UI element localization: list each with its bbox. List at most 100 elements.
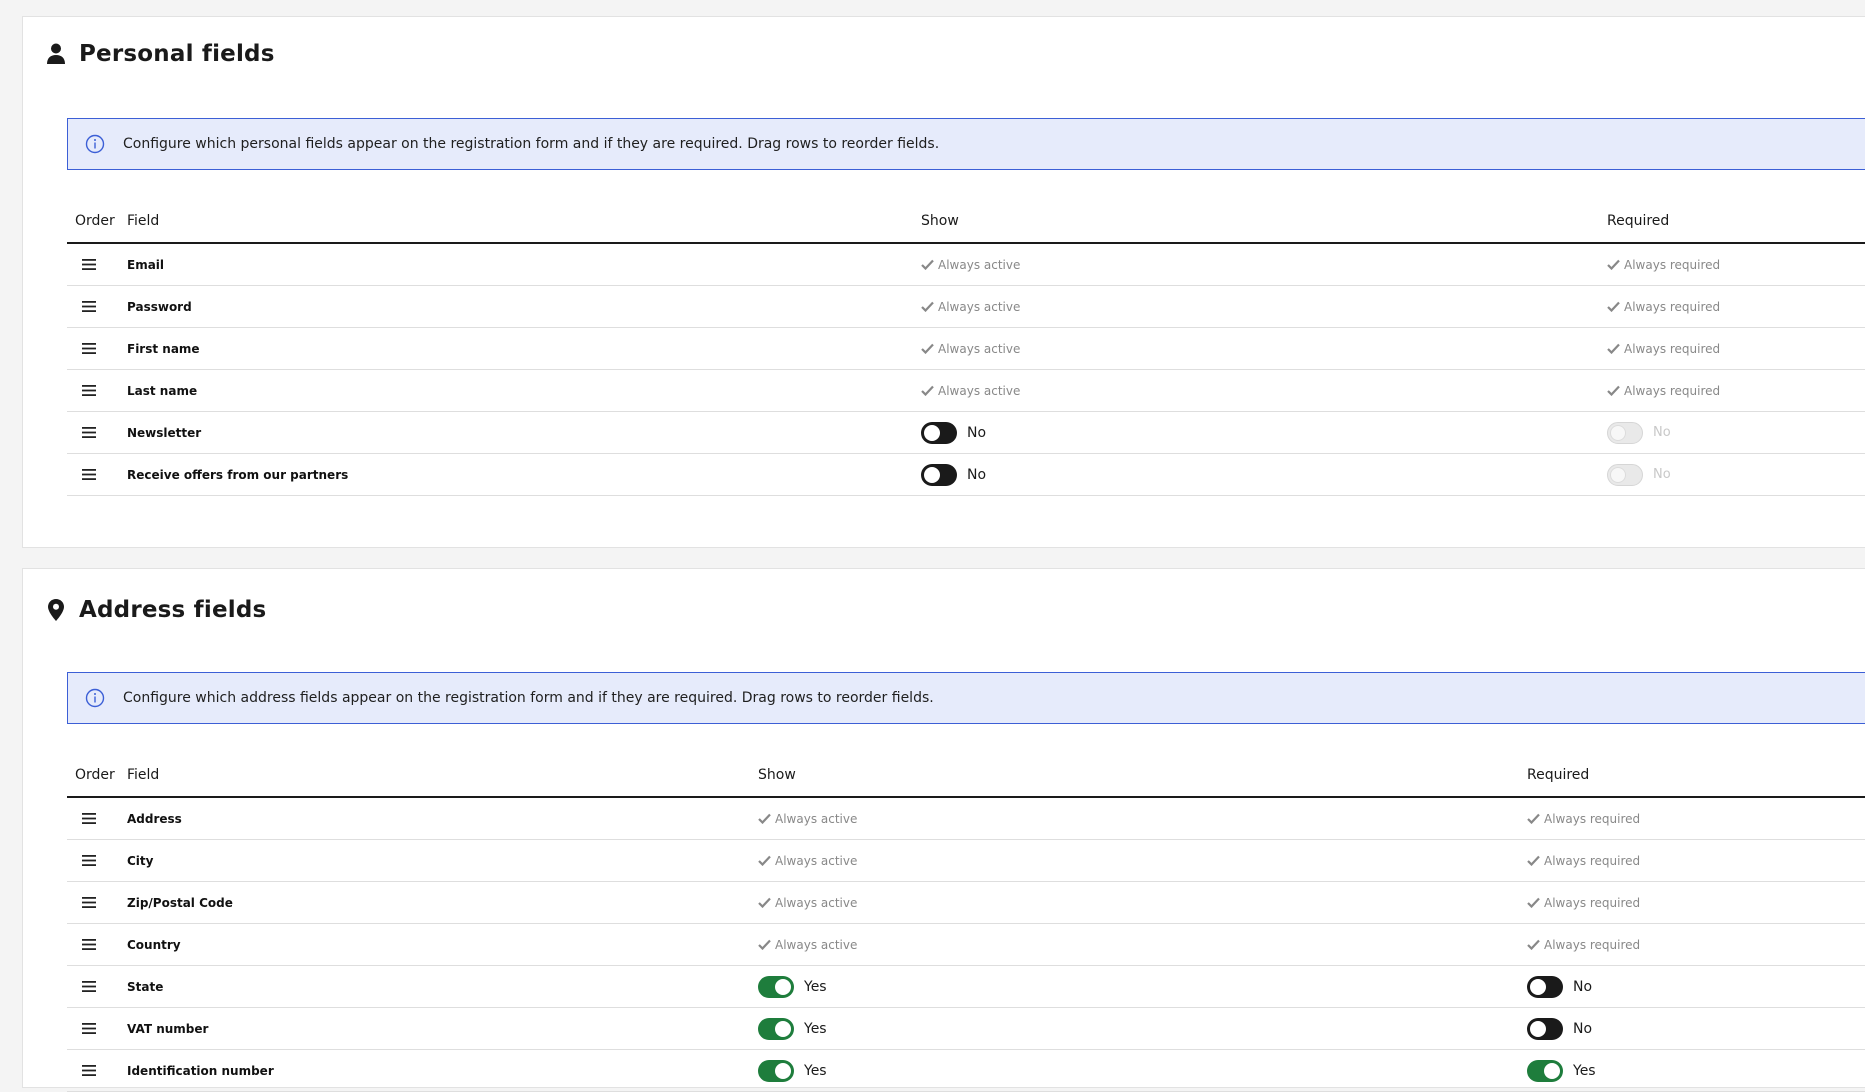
always-required: Always required	[1527, 854, 1640, 868]
drag-handle-icon[interactable]	[75, 809, 103, 829]
always-active-text: Always active	[775, 853, 858, 868]
show-toggle[interactable]: Yes	[758, 975, 827, 998]
toggle-label: No	[967, 424, 987, 441]
always-active-text: Always active	[775, 811, 858, 826]
show-cell: Always active	[758, 882, 857, 923]
table-row[interactable]: State Yes No	[67, 966, 1865, 1008]
always-required-text: Always required	[1624, 383, 1721, 398]
drag-handle-icon[interactable]	[75, 381, 103, 401]
toggle-label: Yes	[804, 1062, 827, 1079]
required-cell: No	[1527, 1008, 1592, 1049]
column-header-order: Order	[75, 213, 115, 229]
required-toggle[interactable]: No	[1527, 975, 1593, 998]
table-row[interactable]: Password Always active Always required	[67, 286, 1865, 328]
toggle-knob	[1530, 978, 1546, 995]
table-row[interactable]: Country Always active Always required	[67, 924, 1865, 966]
address-fields-table: Order Field Show Required Address Always acti…	[67, 754, 1865, 1092]
field-cell: City	[127, 840, 153, 881]
check-icon	[1527, 813, 1540, 824]
field-cell: Newsletter	[127, 412, 201, 453]
table-row[interactable]: Receive offers from our partners No No	[67, 454, 1865, 496]
table-row[interactable]: Newsletter No No	[67, 412, 1865, 454]
field-cell: Country	[127, 924, 181, 965]
order-cell	[75, 244, 119, 285]
address-fields-header: Address fields	[45, 597, 266, 623]
personal-fields-header: Personal fields	[45, 41, 275, 67]
toggle-switch[interactable]	[758, 975, 794, 998]
drag-handle-icon[interactable]	[75, 339, 103, 359]
drag-handle-icon[interactable]	[75, 423, 103, 443]
order-cell	[75, 798, 119, 839]
drag-handle-icon[interactable]	[75, 977, 103, 997]
toggle-switch[interactable]	[1527, 975, 1563, 998]
toggle-label: No	[967, 466, 987, 483]
toggle-label: Yes	[804, 1020, 827, 1037]
always-required-text: Always required	[1624, 257, 1721, 272]
table-row[interactable]: Identification number Yes Yes	[67, 1050, 1865, 1092]
toggle-switch[interactable]	[1527, 1017, 1563, 1040]
show-toggle[interactable]: No	[921, 421, 987, 444]
check-icon	[758, 855, 771, 866]
show-toggle[interactable]: No	[921, 463, 987, 486]
drag-handle-icon[interactable]	[75, 1061, 103, 1081]
toggle-switch[interactable]	[758, 1059, 794, 1082]
toggle-label: Yes	[804, 978, 827, 995]
show-cell: No	[921, 454, 986, 495]
field-cell: Receive offers from our partners	[127, 454, 348, 495]
toggle-switch[interactable]	[758, 1017, 794, 1040]
toggle-switch[interactable]	[921, 463, 957, 486]
field-cell: VAT number	[127, 1008, 208, 1049]
always-required-text: Always required	[1544, 853, 1641, 868]
check-icon	[1527, 855, 1540, 866]
field-cell: Last name	[127, 370, 197, 411]
required-cell: Always required	[1527, 798, 1640, 839]
toggle-switch[interactable]	[1527, 1059, 1563, 1082]
table-row[interactable]: VAT number Yes No	[67, 1008, 1865, 1050]
toggle-knob	[775, 1062, 791, 1079]
drag-handle-icon[interactable]	[75, 255, 103, 275]
order-cell	[75, 370, 119, 411]
table-row[interactable]: Email Always active Always required	[67, 244, 1865, 286]
show-cell: Always active	[758, 924, 857, 965]
toggle-label: No	[1653, 467, 1671, 482]
toggle-knob	[1530, 1020, 1546, 1037]
drag-handle-icon[interactable]	[75, 893, 103, 913]
check-icon	[758, 813, 771, 824]
always-required: Always required	[1527, 938, 1640, 952]
show-toggle[interactable]: Yes	[758, 1059, 827, 1082]
always-active-text: Always active	[938, 341, 1021, 356]
table-row[interactable]: City Always active Always required	[67, 840, 1865, 882]
field-name: State	[127, 979, 164, 994]
show-toggle[interactable]: Yes	[758, 1017, 827, 1040]
section-title: Address fields	[79, 597, 267, 623]
table-row[interactable]: Last name Always active Always required	[67, 370, 1865, 412]
notice-text: Configure which personal fields appear o…	[123, 136, 940, 152]
drag-handle-icon[interactable]	[75, 1019, 103, 1039]
drag-handle-icon[interactable]	[75, 297, 103, 317]
drag-handle-icon[interactable]	[75, 935, 103, 955]
required-cell: Always required	[1607, 328, 1720, 369]
notice-text: Configure which address fields appear on…	[123, 690, 934, 706]
toggle-knob	[1610, 424, 1626, 441]
field-name: VAT number	[127, 1021, 209, 1036]
section-title: Personal fields	[79, 41, 275, 67]
always-required-text: Always required	[1544, 895, 1641, 910]
toggle-switch[interactable]	[921, 421, 957, 444]
drag-handle-icon[interactable]	[75, 465, 103, 485]
info-icon	[85, 688, 105, 708]
table-row[interactable]: First name Always active Always required	[67, 328, 1865, 370]
table-row[interactable]: Address Always active Always required	[67, 798, 1865, 840]
drag-handle-icon[interactable]	[75, 851, 103, 871]
required-toggle[interactable]: Yes	[1527, 1059, 1596, 1082]
required-toggle[interactable]: No	[1527, 1017, 1592, 1040]
field-name: City	[127, 853, 154, 868]
field-name: Receive offers from our partners	[127, 467, 349, 482]
toggle-knob	[924, 466, 940, 483]
always-required: Always required	[1527, 896, 1640, 910]
show-cell: Always active	[921, 286, 1020, 327]
field-cell: Email	[127, 244, 164, 285]
order-cell	[75, 966, 119, 1007]
toggle-label: No	[1573, 978, 1593, 995]
required-toggle: No	[1607, 463, 1671, 486]
table-row[interactable]: Zip/Postal Code Always active Always requi…	[67, 882, 1865, 924]
